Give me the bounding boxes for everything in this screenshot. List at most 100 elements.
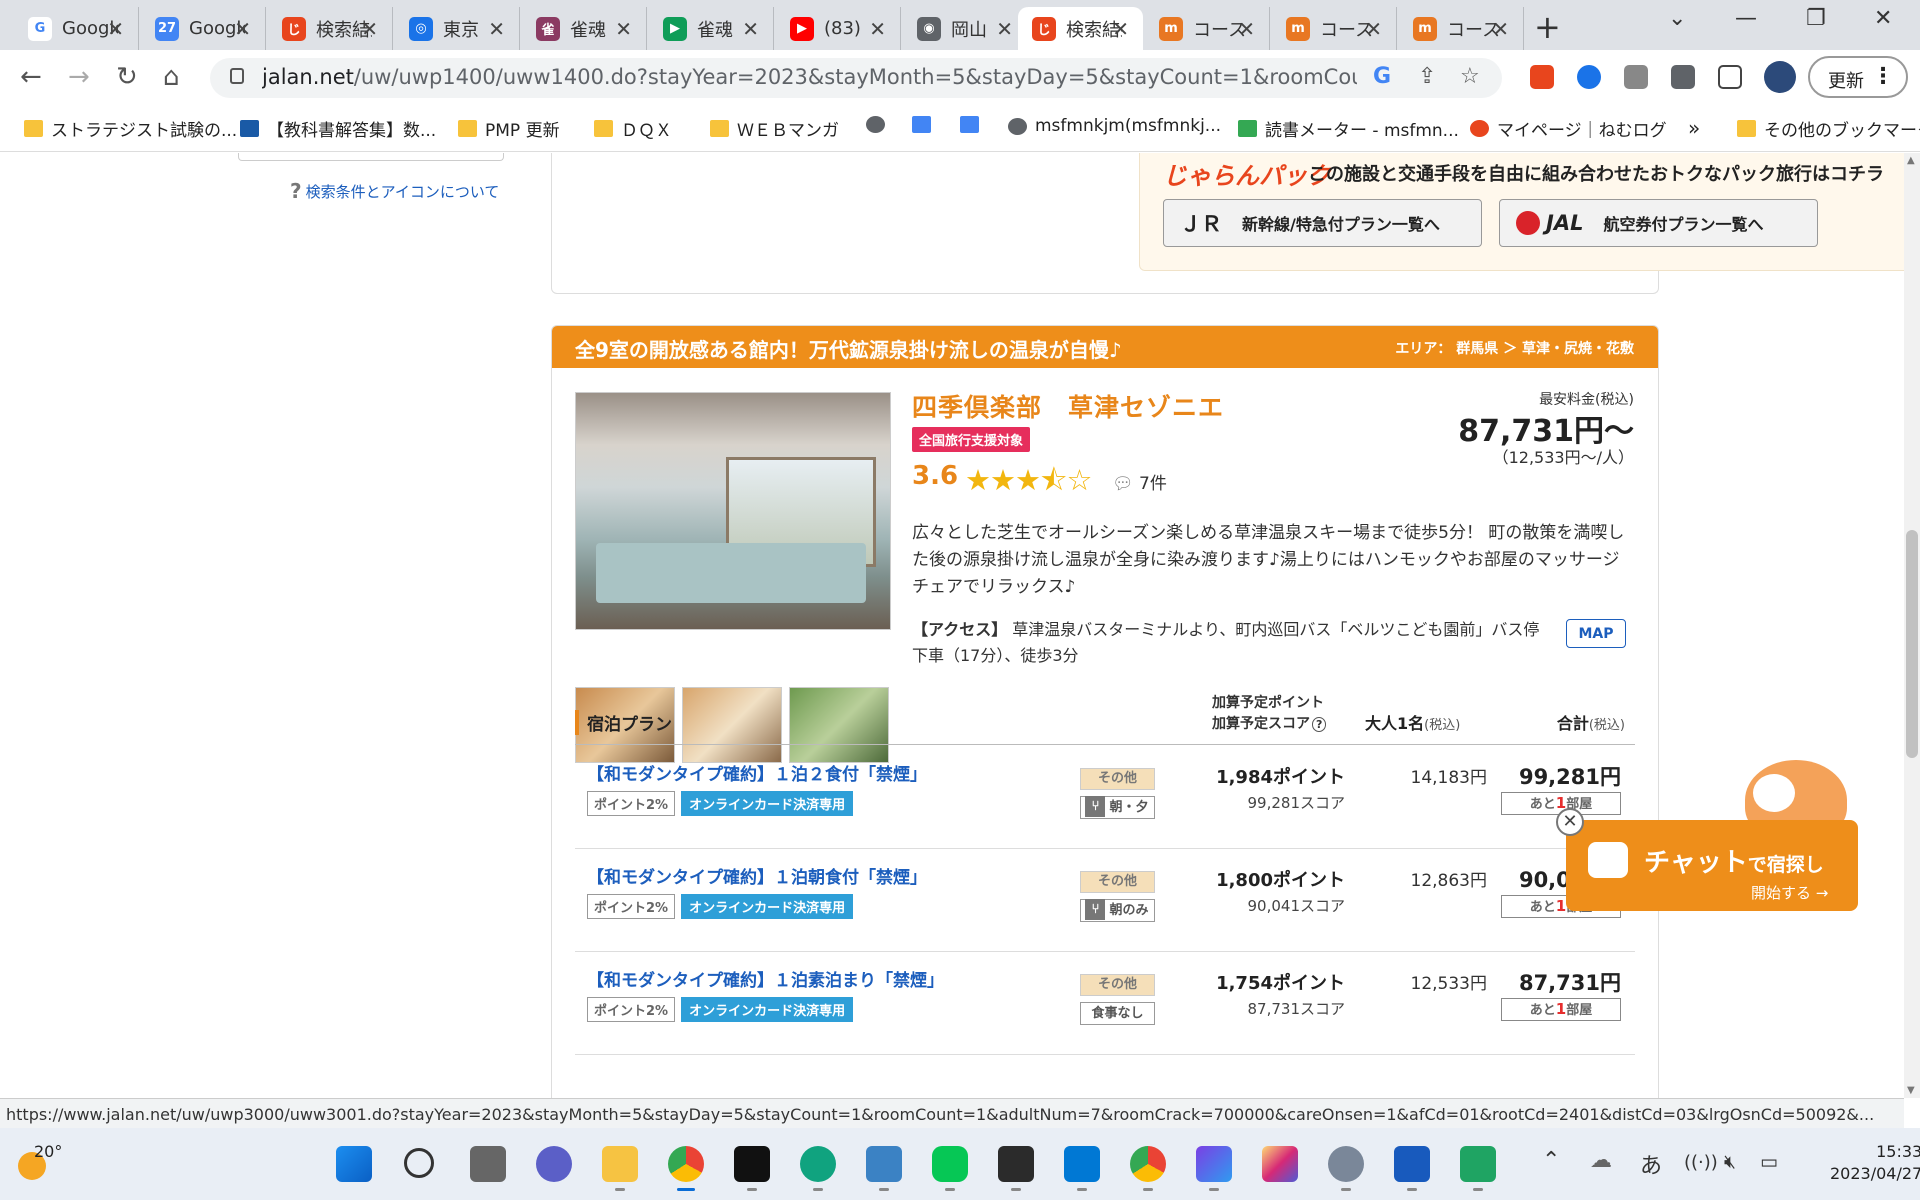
share-icon[interactable]: ⇪	[1418, 64, 1436, 89]
search-icon[interactable]	[404, 1148, 434, 1178]
bookmark-item[interactable]	[866, 116, 893, 133]
scroll-down-icon[interactable]: ▼	[1907, 1085, 1915, 1096]
bookmark-item[interactable]: マイページ｜ねむログ	[1470, 116, 1667, 141]
chat-start-link[interactable]: 開始する →	[1751, 882, 1828, 903]
close-tab-icon[interactable]: ✕	[996, 17, 1013, 41]
reload-icon[interactable]: ↻	[116, 62, 138, 92]
sheets-icon[interactable]	[1460, 1146, 1496, 1191]
speaker-muted-icon[interactable]: 🔇︎	[1724, 1151, 1736, 1173]
browser-tab[interactable]: m コース ✕	[1145, 7, 1270, 50]
chatgpt-icon[interactable]	[800, 1146, 836, 1191]
scrollbar-thumb[interactable]	[1906, 530, 1918, 758]
bookmark-item[interactable]: ＷＥＢマンガ	[710, 116, 839, 141]
close-tab-icon[interactable]: ✕	[869, 17, 886, 41]
browser-tab[interactable]: GGoogle✕	[14, 7, 139, 50]
terminal-icon[interactable]	[998, 1146, 1034, 1191]
task-view-icon[interactable]	[470, 1146, 506, 1182]
teams-chat-icon[interactable]	[536, 1146, 572, 1182]
bookmark-item[interactable]: ＤＱＸ	[594, 116, 672, 141]
map-button[interactable]: MAP	[1566, 619, 1626, 648]
bookmark-star-icon[interactable]: ☆	[1460, 64, 1480, 89]
bookmark-item[interactable]: 読書メーター - msfmn...	[1238, 116, 1459, 141]
bookmark-item[interactable]: msfmnkjm(msfmnkj...	[1008, 116, 1221, 136]
notion-icon[interactable]	[734, 1146, 770, 1191]
cast-icon[interactable]	[1624, 65, 1648, 89]
chrome-icon[interactable]	[668, 1146, 704, 1191]
ime-indicator[interactable]: あ	[1640, 1148, 1662, 1180]
restore-icon[interactable]: ❐	[1806, 6, 1826, 31]
browser-tab[interactable]: ▶ (83) ✕	[776, 7, 901, 50]
close-window-icon[interactable]: ✕	[1874, 6, 1892, 31]
hotel-main-photo[interactable]	[575, 392, 891, 630]
chat-search-widget[interactable]: チャットで宿探し 開始する →	[1566, 820, 1858, 911]
puzzle-extensions-icon[interactable]	[1671, 65, 1695, 89]
bookmark-item[interactable]: その他のブックマーク	[1737, 116, 1920, 141]
help-link[interactable]: ? 検索条件とアイコンについて	[290, 179, 499, 203]
jr-plan-button[interactable]: ＪＲ 新幹線/特急付プラン一覧へ	[1163, 199, 1482, 247]
close-tab-icon[interactable]: ✕	[615, 17, 632, 41]
forward-icon[interactable]: →	[68, 62, 90, 92]
jal-plan-button[interactable]: JAL 航空券付プラン一覧へ	[1499, 199, 1818, 247]
side-panel-icon[interactable]	[1718, 65, 1742, 89]
page-scrollbar[interactable]: ▲ ▼	[1904, 153, 1920, 1098]
system-clock[interactable]: 15:33 2023/04/27	[1830, 1141, 1920, 1185]
tab-search-icon[interactable]: ⌄	[1668, 6, 1686, 31]
close-tab-icon[interactable]: ✕	[107, 17, 124, 41]
browser-tab[interactable]: ▶ 雀魂 ✕	[649, 7, 774, 50]
profile-avatar[interactable]	[1764, 61, 1796, 93]
settings-gear-icon[interactable]	[1328, 1146, 1364, 1191]
bookmark-item[interactable]: ストラテジスト試験の...	[24, 116, 237, 141]
close-tab-icon[interactable]: ✕	[1112, 17, 1129, 41]
close-tab-icon[interactable]: ✕	[742, 17, 759, 41]
area-breadcrumb[interactable]: エリア： 群馬県 ＞ 草津・尻焼・花敷	[1395, 338, 1634, 358]
browser-tab[interactable]: じ検索結果✕	[268, 7, 393, 50]
notepad-icon[interactable]	[866, 1146, 902, 1191]
mail-icon[interactable]	[1064, 1146, 1100, 1191]
bookmark-item[interactable]: PMP 更新	[458, 116, 560, 141]
scroll-up-icon[interactable]: ▲	[1907, 155, 1915, 166]
hotel-name[interactable]: 四季倶楽部 草津セゾニエ	[912, 388, 1224, 424]
onedrive-cloud-icon[interactable]: ☁	[1590, 1148, 1612, 1173]
close-tab-icon[interactable]: ✕	[1238, 17, 1255, 41]
instagram-icon[interactable]	[1262, 1146, 1298, 1182]
extension-icon[interactable]	[1577, 65, 1601, 89]
close-tab-icon[interactable]: ✕	[1492, 17, 1509, 41]
browser-tab[interactable]: m コース ✕	[1272, 7, 1397, 50]
windows-start-icon[interactable]	[336, 1146, 372, 1182]
browser-tab[interactable]: ◎ 東京 ✕	[395, 7, 520, 50]
new-tab-icon[interactable]: +	[1534, 8, 1561, 46]
chrome-profile-icon[interactable]	[1130, 1146, 1166, 1191]
line-icon[interactable]	[932, 1146, 968, 1191]
google-lens-icon[interactable]: G	[1373, 64, 1391, 89]
bookmark-item[interactable]	[912, 116, 939, 133]
close-tab-icon[interactable]: ✕	[234, 17, 251, 41]
browser-tab[interactable]: 雀雀魂 ✕	[522, 7, 647, 50]
close-tab-icon[interactable]: ✕	[361, 17, 378, 41]
plan-name-link[interactable]: 【和モダンタイプ確約】１泊素泊まり「禁煙」	[587, 966, 944, 991]
bookmarks-overflow-icon[interactable]: »	[1688, 116, 1700, 140]
minimize-icon[interactable]: —	[1735, 6, 1757, 31]
file-explorer-icon[interactable]	[602, 1146, 638, 1191]
plan-name-link[interactable]: 【和モダンタイプ確約】１泊朝食付「禁煙」	[587, 863, 927, 888]
update-button[interactable]: 更新 ⋮	[1808, 56, 1908, 98]
visual-studio-icon[interactable]	[1196, 1146, 1232, 1191]
battery-icon[interactable]: ▭	[1760, 1151, 1778, 1173]
browser-tab-active[interactable]: じ検索結果✕	[1018, 7, 1143, 50]
close-tab-icon[interactable]: ✕	[1365, 17, 1382, 41]
browser-tab[interactable]: 27Google Calendar✕	[141, 7, 266, 50]
url-text[interactable]: jalan.net/uw/uwp1400/uww1400.do?stayYear…	[262, 65, 1357, 89]
bookmark-item[interactable]	[960, 116, 987, 133]
help-circle-icon[interactable]: ?	[1312, 717, 1327, 732]
browser-tab[interactable]: m コース ✕	[1399, 7, 1524, 50]
menu-icon[interactable]: ⋮	[1872, 64, 1894, 89]
bookmark-item[interactable]: 【教科書解答集】数...	[240, 116, 436, 141]
address-bar[interactable]: jalan.net/uw/uwp1400/uww1400.do?stayYear…	[210, 58, 1502, 98]
review-count[interactable]: 💬︎ 7件	[1112, 469, 1167, 494]
close-tab-icon[interactable]: ✕	[488, 17, 505, 41]
browser-tab[interactable]: ◉ 岡山 ✕	[903, 7, 1028, 50]
plan-name-link[interactable]: 【和モダンタイプ確約】１泊２食付「禁煙」	[587, 760, 927, 785]
home-icon[interactable]: ⌂	[163, 62, 180, 92]
back-icon[interactable]: ←	[20, 62, 42, 92]
extension-icon[interactable]	[1530, 65, 1554, 89]
tray-overflow-icon[interactable]: ⌃	[1542, 1148, 1560, 1173]
